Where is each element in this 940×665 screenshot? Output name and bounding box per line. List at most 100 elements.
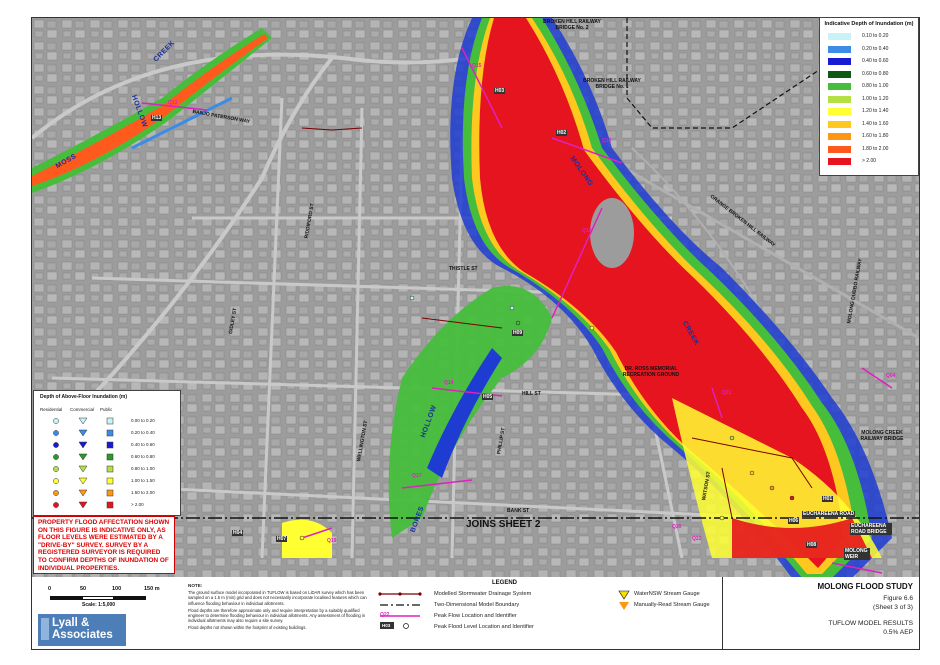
flow-label-q13: Q13 xyxy=(168,100,178,106)
gauge-label-h09: H09 xyxy=(512,330,524,336)
commercial-symbol xyxy=(78,501,88,509)
inundation-class-label: 0.10 to 0.20 xyxy=(862,33,889,39)
floor-class-symbols xyxy=(53,417,114,425)
floor-class-row: > 2.00 xyxy=(34,500,180,510)
legend-flow-id: Q22 xyxy=(380,612,390,618)
inundation-swatch xyxy=(828,120,851,128)
inundation-class-row: 0.10 to 0.20 xyxy=(828,32,914,41)
inundation-class-row: 0.60 to 0.80 xyxy=(828,70,914,79)
aep-label: 0.5% AEP xyxy=(883,629,913,636)
figure-number: Figure 6.6 xyxy=(883,595,913,602)
footer-panel: 0 50 100 150 m Scale: 1:5,000 Lyall & As… xyxy=(31,577,920,650)
place-label-bridge-no2: BROKEN HILL RAILWAY BRIDGE No. 2 xyxy=(543,19,601,31)
legend-item-peak-flow: Peak Flow Location and Identifier xyxy=(434,613,517,619)
public-symbol xyxy=(106,489,114,497)
note-2: Flood depths are therefore approximate o… xyxy=(188,607,366,624)
inundation-class-row: 1.80 to 2.00 xyxy=(828,145,914,154)
scale-ratio: Scale: 1:5,000 xyxy=(82,602,116,608)
main-legend: LEGEND Q22 H03 Modelled Stormwater Drain… xyxy=(372,577,712,649)
inundation-class-row: 0.80 to 1.00 xyxy=(828,82,914,91)
note-3: Flood depths not shown within the footpr… xyxy=(188,625,307,631)
scale-tick-50: 50 xyxy=(80,586,87,592)
floor-class-row: 0.40 to 0.60 xyxy=(34,440,180,450)
residential-symbol xyxy=(53,502,59,508)
floor-class-row: 0.20 to 0.40 xyxy=(34,428,180,438)
legend-title: LEGEND xyxy=(492,580,518,586)
inundation-class-row: > 2.00 xyxy=(828,157,914,166)
public-symbol xyxy=(106,429,114,437)
lyall-associates-logo: Lyall & Associates xyxy=(38,614,126,646)
legend-item-waternsw-gauge: WaterNSW Stream Gauge xyxy=(634,591,700,597)
residential-symbol xyxy=(53,418,59,424)
residential-symbol xyxy=(53,442,59,448)
scale-tick-0: 0 xyxy=(48,586,52,592)
floor-class-row: 1.50 to 2.00 xyxy=(34,488,180,498)
inundation-class-label: > 2.00 xyxy=(862,158,877,164)
scale-tick-100: 100 xyxy=(112,586,122,592)
gauge-label-h08: H08 xyxy=(806,542,818,548)
legend-item-drainage: Modelled Stormwater Drainage System xyxy=(434,591,532,597)
scale-segment-3 xyxy=(114,596,146,600)
public-symbol xyxy=(106,417,114,425)
flow-label-q18: Q18 xyxy=(582,228,592,234)
floor-class-label: 1.00 to 1.50 xyxy=(131,478,155,483)
legend-symbols xyxy=(378,592,422,629)
floor-class-symbols xyxy=(53,441,114,449)
flow-label-q22: Q22 xyxy=(692,536,702,542)
street-label-thistle: THISTLE ST xyxy=(449,266,478,272)
residential-symbol xyxy=(53,466,59,472)
flow-label-q19: Q19 xyxy=(327,538,337,544)
floor-class-symbols xyxy=(53,429,114,437)
inundation-swatch xyxy=(828,133,851,140)
inundation-swatch xyxy=(828,33,851,40)
commercial-symbol xyxy=(78,489,88,497)
gauge-label-h04: H04 xyxy=(232,530,244,536)
floor-class-symbols xyxy=(53,501,114,509)
floor-header-residential: Residential xyxy=(40,407,63,412)
legend-level-id: H03 xyxy=(381,623,392,628)
floor-class-symbols xyxy=(53,453,114,461)
gauge-label-h13: H13 xyxy=(151,115,163,121)
scale-segment-1 xyxy=(50,596,82,600)
inundation-class-row: 1.20 to 1.40 xyxy=(828,107,914,116)
title-block: MOLONG FLOOD STUDY Figure 6.6 (Sheet 3 o… xyxy=(722,577,919,649)
floor-header-commercial: Commercial xyxy=(70,407,95,412)
public-symbol xyxy=(106,465,114,473)
commercial-symbol xyxy=(78,429,88,437)
flow-label-q17: Q17 xyxy=(412,473,422,479)
gauge-label-h01: H01 xyxy=(822,496,834,502)
floor-class-label: 1.50 to 2.00 xyxy=(131,490,155,495)
gauge-label-h05: H05 xyxy=(482,394,494,400)
brand-name: Lyall & Associates xyxy=(52,617,113,641)
floor-class-row: 0.00 to 0.20 xyxy=(34,416,180,426)
floor-legend-title: Depth of Above-Floor Inundation (m) xyxy=(40,394,128,400)
figure-sheet: BANJO PATERSON WAY THISTLE ST HILL ST BA… xyxy=(0,0,940,665)
joins-sheet-label: JOINS SHEET 2 xyxy=(466,519,541,530)
flow-label-q15: Q15 xyxy=(472,63,482,69)
flow-label-q16: Q16 xyxy=(602,138,612,144)
flow-label-q21: Q21 xyxy=(722,390,732,396)
inundation-class-label: 0.40 to 0.60 xyxy=(862,58,889,64)
public-symbol xyxy=(106,501,114,509)
logo-mark-icon xyxy=(41,618,49,640)
results-title: TUFLOW MODEL RESULTS xyxy=(828,620,913,627)
scale-and-brand: 0 50 100 150 m Scale: 1:5,000 Lyall & As… xyxy=(34,580,184,646)
inundation-swatch xyxy=(828,83,851,90)
legend-item-peak-level: Peak Flood Level Location and Identifier xyxy=(434,624,534,630)
inundation-class-label: 0.20 to 0.40 xyxy=(862,45,889,52)
inundation-class-row: 1.60 to 1.80 xyxy=(828,132,914,141)
inundation-swatch xyxy=(828,158,851,165)
floor-header-public: Public xyxy=(100,407,113,412)
gauge-label-h03: H03 xyxy=(494,88,506,94)
road-label-euchareena: EUCHAREENA ROAD xyxy=(802,511,856,517)
commercial-symbol xyxy=(78,453,88,461)
scale-bar: 0 50 100 150 m xyxy=(42,586,184,616)
flow-label-q04: Q04 xyxy=(886,373,896,379)
residential-symbol xyxy=(53,454,59,460)
inundation-depth-legend: Indicative Depth of Inundation (m) 0.10 … xyxy=(819,17,919,176)
floor-class-label: > 2.00 xyxy=(131,502,144,507)
gauge-label-h02: H02 xyxy=(556,130,568,136)
place-label-bridge-no1: BROKEN HILL RAILWAY BRIDGE No. 1 xyxy=(583,78,641,90)
place-label-recreation-ground: DR. ROSS MEMORIAL RECREATION GROUND xyxy=(622,366,680,378)
inundation-swatch xyxy=(828,145,851,153)
